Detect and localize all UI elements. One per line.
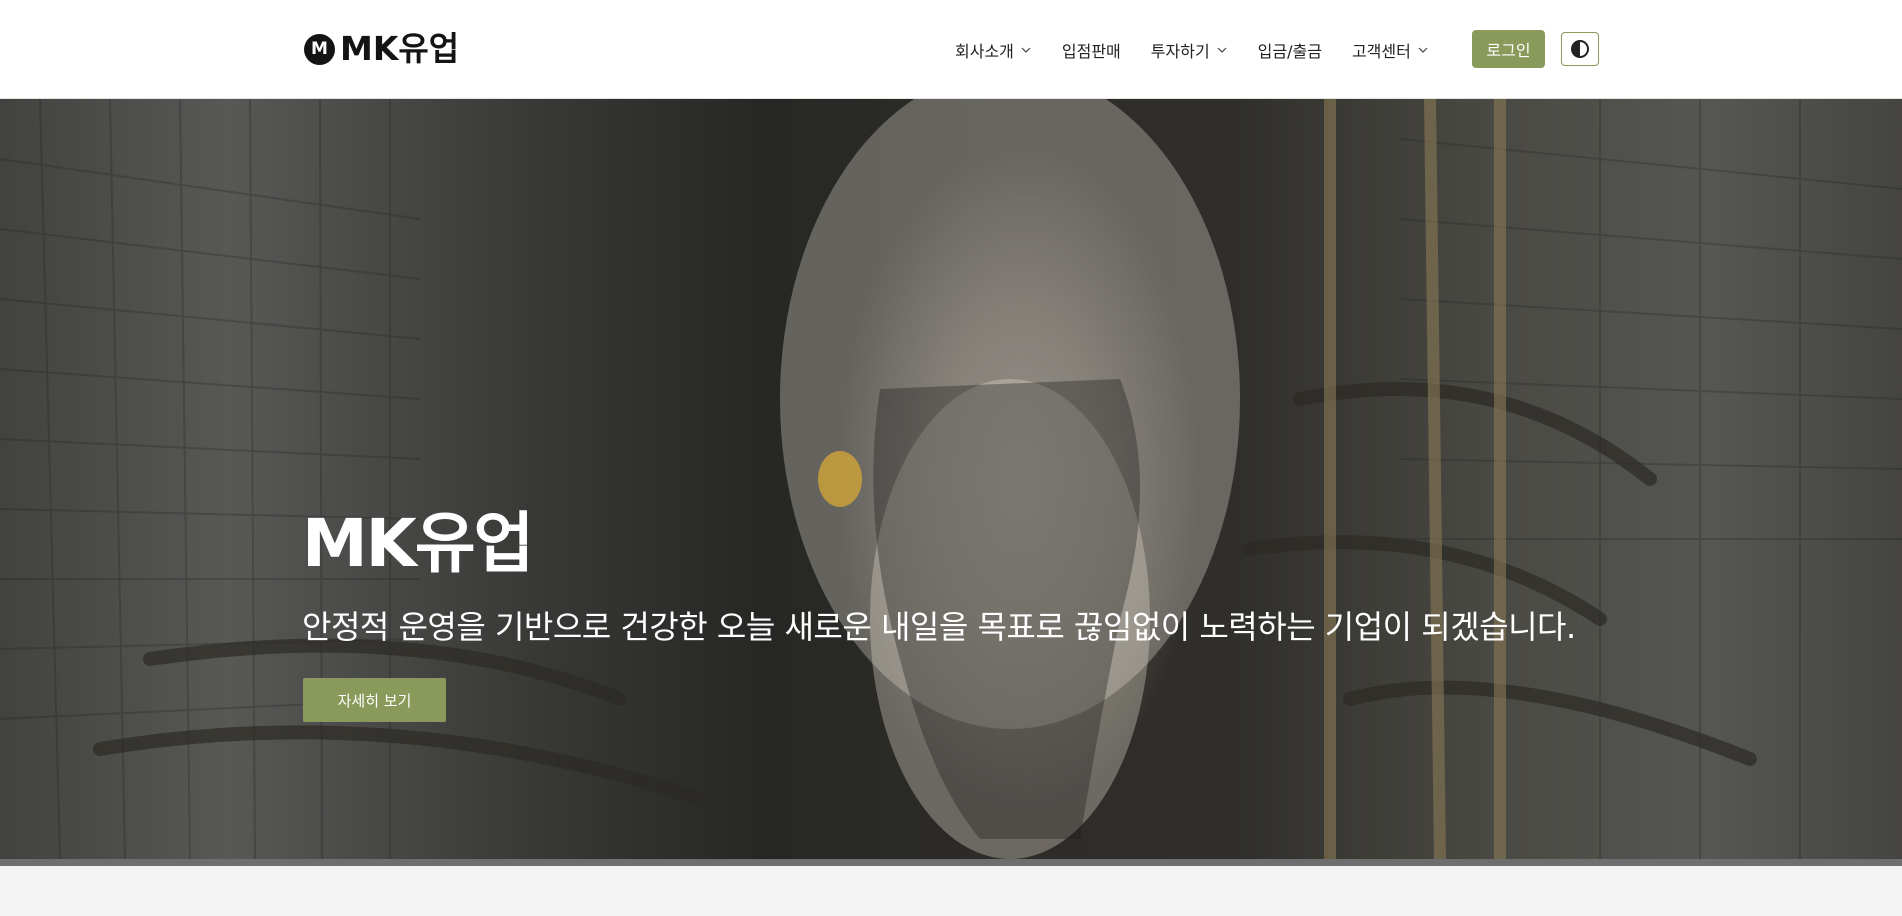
nav-item-label: 고객센터 (1351, 41, 1411, 61)
nav-item-label: 투자하기 (1150, 41, 1210, 61)
chevron-down-icon (1021, 47, 1031, 53)
logo-badge: M (304, 33, 335, 65)
hero-background-image (0, 99, 1902, 860)
nav-item-invest[interactable]: 투자하기 (1151, 38, 1228, 62)
chevron-down-icon (1217, 47, 1227, 53)
theme-toggle-button[interactable] (1561, 32, 1599, 66)
content-section (0, 866, 1902, 916)
nav-item-store-sales[interactable]: 입점판매 (1062, 38, 1121, 62)
login-button[interactable]: 로그인 (1472, 30, 1545, 68)
nav-item-support[interactable]: 고객센터 (1352, 38, 1429, 62)
contrast-icon (1571, 40, 1589, 58)
hero-title: MK유업 (302, 505, 534, 582)
logo-text: MK유업 (340, 29, 460, 68)
site-header: M MK유업 회사소개 입점판매 투자하기 입금/출금 고객센터 로그인 (0, 0, 1902, 99)
nav-item-label: 회사소개 (955, 41, 1014, 61)
logo[interactable]: M MK유업 (304, 29, 460, 68)
hero-banner: MK유업 안정적 운영을 기반으로 건강한 오늘 새로운 내일을 목표로 끊임없… (0, 99, 1902, 860)
nav-item-deposit-withdraw[interactable]: 입금/출금 (1258, 38, 1322, 62)
hero-subtitle: 안정적 운영을 기반으로 건강한 오늘 새로운 내일을 목표로 끊임없이 노력하… (302, 608, 1576, 646)
learn-more-button[interactable]: 자세히 보기 (303, 678, 446, 722)
nav-item-label: 입금/출금 (1257, 41, 1322, 61)
nav-item-label: 입점판매 (1061, 41, 1121, 61)
main-nav: 회사소개 입점판매 투자하기 입금/출금 고객센터 (955, 0, 1429, 99)
chevron-down-icon (1418, 47, 1428, 53)
hero-divider (0, 859, 1902, 866)
nav-item-company[interactable]: 회사소개 (955, 38, 1032, 62)
